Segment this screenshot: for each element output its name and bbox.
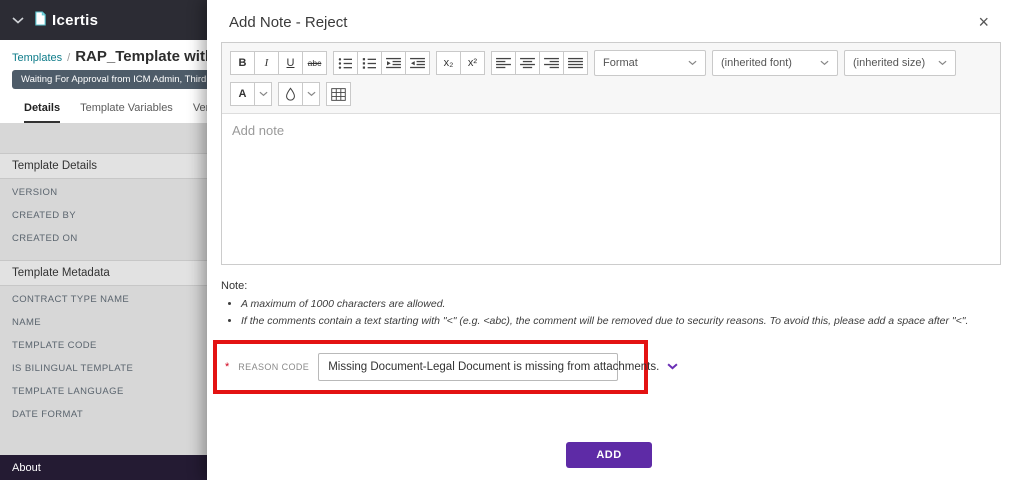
- reason-code-row: * REASON CODE Missing Document-Legal Doc…: [213, 340, 1011, 394]
- table-icon[interactable]: [326, 82, 351, 106]
- required-marker: *: [225, 361, 229, 373]
- bullet-list-icon[interactable]: [333, 51, 358, 75]
- modal-header: Add Note - Reject ×: [207, 0, 1011, 39]
- page-title: RAP_Template with a: [75, 48, 226, 65]
- chevron-down-icon: [820, 57, 829, 69]
- chevron-down-icon: [938, 57, 947, 69]
- chevron-down-icon: [667, 361, 678, 373]
- note-list: A maximum of 1000 characters are allowed…: [241, 298, 997, 327]
- text-color-chevron-icon[interactable]: [254, 82, 272, 106]
- add-note-reject-modal: Add Note - Reject × B I U abc: [207, 0, 1011, 480]
- bold-button[interactable]: B: [230, 51, 255, 75]
- outdent-icon[interactable]: [405, 51, 430, 75]
- reason-code-label: REASON CODE: [238, 362, 309, 372]
- numbered-list-icon[interactable]: [357, 51, 382, 75]
- annotation-highlight: * REASON CODE Missing Document-Legal Doc…: [213, 340, 648, 394]
- note-heading: Note:: [221, 280, 997, 292]
- close-icon[interactable]: ×: [978, 13, 989, 31]
- modal-title: Add Note - Reject: [229, 14, 347, 31]
- note-item: If the comments contain a text starting …: [241, 315, 997, 327]
- superscript-button[interactable]: x²: [460, 51, 485, 75]
- strikethrough-button[interactable]: abc: [302, 51, 327, 75]
- underline-button[interactable]: U: [278, 51, 303, 75]
- toolbar-row-1: B I U abc: [230, 50, 992, 76]
- spacer: [207, 394, 1011, 442]
- format-dropdown[interactable]: Format: [594, 50, 706, 76]
- add-button[interactable]: ADD: [566, 442, 651, 468]
- background-color-chevron-icon[interactable]: [302, 82, 320, 106]
- background-color-icon[interactable]: [278, 82, 303, 106]
- text-color-button[interactable]: A: [230, 82, 255, 106]
- align-left-icon[interactable]: [491, 51, 516, 75]
- subscript-button[interactable]: x₂: [436, 51, 461, 75]
- rich-text-editor: B I U abc: [221, 42, 1001, 265]
- modal-footer: ADD: [207, 442, 1011, 480]
- icertis-logo: Icertis: [34, 11, 98, 30]
- status-badge: Waiting For Approval from ICM Admin, Thi…: [12, 70, 224, 89]
- align-right-icon[interactable]: [539, 51, 564, 75]
- brand-text: Icertis: [52, 12, 98, 29]
- note-section: Note: A maximum of 1000 characters are a…: [221, 280, 997, 332]
- tab-template-variables[interactable]: Template Variables: [80, 102, 173, 123]
- icertis-logo-icon: [34, 11, 47, 30]
- tab-details[interactable]: Details: [24, 102, 60, 123]
- italic-button[interactable]: I: [254, 51, 279, 75]
- chevron-down-icon[interactable]: [12, 11, 24, 29]
- font-dropdown-value: (inherited font): [721, 57, 792, 69]
- align-justify-icon[interactable]: [563, 51, 588, 75]
- size-dropdown-value: (inherited size): [853, 57, 925, 69]
- chevron-down-icon: [688, 57, 697, 69]
- format-dropdown-value: Format: [603, 57, 638, 69]
- breadcrumb-separator: /: [67, 52, 70, 64]
- breadcrumb-templates-link[interactable]: Templates: [12, 52, 62, 64]
- font-dropdown[interactable]: (inherited font): [712, 50, 838, 76]
- align-center-icon[interactable]: [515, 51, 540, 75]
- size-dropdown[interactable]: (inherited size): [844, 50, 956, 76]
- reason-code-select[interactable]: Missing Document-Legal Document is missi…: [318, 353, 618, 381]
- screen: Icertis Templates / RAP_Template with a …: [0, 0, 1011, 480]
- reason-code-value: Missing Document-Legal Document is missi…: [328, 361, 659, 373]
- note-textarea[interactable]: [222, 114, 1000, 264]
- editor-toolbar: B I U abc: [222, 43, 1000, 114]
- toolbar-row-2: A: [230, 82, 992, 106]
- indent-icon[interactable]: [381, 51, 406, 75]
- note-item: A maximum of 1000 characters are allowed…: [241, 298, 997, 310]
